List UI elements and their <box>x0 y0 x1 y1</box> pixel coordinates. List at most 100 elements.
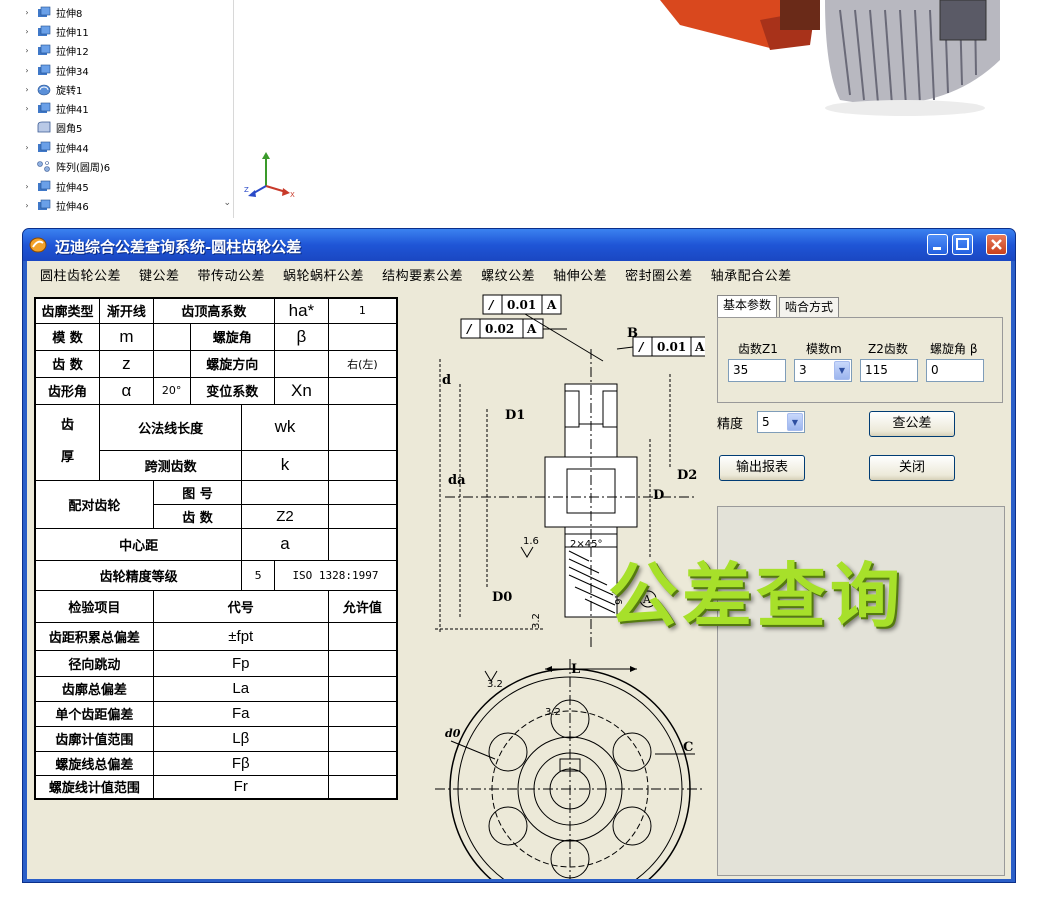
pressure-angle-symbol: α <box>99 376 154 405</box>
profile-type-value: 渐开线 <box>99 297 154 324</box>
menu-seal-ring[interactable]: 密封圈公差 <box>625 265 693 284</box>
cad-background: › 拉伸8 › 拉伸11 › 拉伸12 › 拉伸34 › 旋转1 › 拉伸41 圆角5 › 拉… <box>0 0 1038 225</box>
menu-belt-drive[interactable]: 带传动公差 <box>198 265 266 284</box>
feature-tree[interactable]: › 拉伸8 › 拉伸11 › 拉伸12 › 拉伸34 › 旋转1 › 拉伸41 圆角5 › 拉… <box>18 0 234 218</box>
tree-item[interactable]: › 拉伸45 <box>18 177 89 195</box>
export-report-button[interactable]: 输出报表 <box>719 455 805 481</box>
D0-label: D0 <box>492 590 512 605</box>
menu-bar: 圆柱齿轮公差 键公差 带传动公差 蜗轮蜗杆公差 结构要素公差 螺纹公差 轴伸公差… <box>27 261 1011 287</box>
expand-icon[interactable]: › <box>18 143 36 152</box>
roughness-value: 3.2 <box>545 707 561 718</box>
check-item-code: Fp <box>152 649 329 677</box>
menu-cylindrical-gear[interactable]: 圆柱齿轮公差 <box>40 265 121 284</box>
gear-spec-table: 齿廓类型 渐开线 齿顶高系数 ha* 1 模 数 m 螺旋角 β 齿 数 z 螺… <box>34 297 398 800</box>
check-item-value <box>327 725 398 752</box>
minimize-button[interactable] <box>927 234 948 255</box>
roughness-icon <box>520 546 534 558</box>
expand-icon[interactable]: › <box>18 66 36 75</box>
menu-key[interactable]: 键公差 <box>139 265 180 284</box>
motor-model-render <box>660 0 1000 116</box>
d-label: d <box>442 373 451 388</box>
expand-icon[interactable]: › <box>18 201 36 210</box>
tab-mesh-mode[interactable]: 啮合方式 <box>779 297 840 317</box>
tab-basic-params[interactable]: 基本参数 <box>717 295 778 317</box>
close-window-button[interactable] <box>986 234 1007 255</box>
fillet-icon <box>37 121 51 132</box>
tree-item[interactable]: › 拉伸11 <box>18 22 89 40</box>
tree-item[interactable]: › 拉伸34 <box>18 61 89 79</box>
accuracy-standard: ISO 1328:1997 <box>273 559 398 591</box>
teeth-symbol: z <box>99 349 154 378</box>
helix-angle-label: 螺旋角 <box>189 322 275 351</box>
expand-icon[interactable]: › <box>18 104 36 113</box>
tree-item[interactable]: › 旋转1 <box>18 80 82 98</box>
C-label: C <box>683 740 693 755</box>
axis-triad-icon: Z X <box>244 152 295 199</box>
maximize-button[interactable] <box>952 234 973 255</box>
roughness-value: 3.2 <box>531 613 542 629</box>
roughness-value: 1.6 <box>523 536 539 547</box>
expand-icon[interactable]: › <box>18 182 36 191</box>
expand-icon[interactable]: › <box>18 8 36 17</box>
tree-item[interactable]: › 拉伸41 <box>18 99 89 117</box>
check-item-name: 螺旋线计值范围 <box>34 774 154 800</box>
tree-item[interactable]: 阵列(圆周)6 <box>18 157 110 175</box>
menu-thread[interactable]: 螺纹公差 <box>481 265 535 284</box>
tree-item[interactable]: › 拉伸46 <box>18 196 89 214</box>
tree-item[interactable]: › 拉伸12 <box>18 41 89 59</box>
svg-text:A: A <box>526 322 537 336</box>
expand-icon[interactable]: › <box>18 46 36 55</box>
param-tabs: 基本参数 啮合方式 <box>717 295 841 317</box>
menu-worm-gear[interactable]: 蜗轮蜗杆公差 <box>283 265 364 284</box>
menu-shaft-extension[interactable]: 轴伸公差 <box>553 265 607 284</box>
module-select[interactable]: 3 ▼ <box>794 359 852 382</box>
mating-gear-label: 配对齿轮 <box>34 479 154 529</box>
check-item-value <box>327 675 398 702</box>
accuracy-grade-label: 齿轮精度等级 <box>34 559 243 591</box>
z1-input[interactable]: 35 <box>728 359 786 382</box>
expand-icon[interactable]: › <box>18 27 36 36</box>
scroll-down-icon[interactable]: ⌄ <box>223 198 231 208</box>
extrude-icon <box>38 102 51 113</box>
tooth-thickness-label: 齿 厚 <box>34 403 101 481</box>
title-bar[interactable]: 迈迪综合公差查询系统-圆柱齿轮公差 <box>23 229 1015 261</box>
B-label: B <box>627 326 638 341</box>
check-item-code: Fa <box>152 700 329 727</box>
extrude-icon <box>38 141 51 152</box>
svg-text:0.02: 0.02 <box>485 322 514 336</box>
close-button[interactable]: 关闭 <box>869 455 955 481</box>
check-item-name: 齿距积累总偏差 <box>34 621 154 651</box>
check-item-code: ±fpt <box>152 621 329 651</box>
teeth-label: 齿 数 <box>34 349 101 378</box>
revolve-icon <box>37 84 51 95</box>
z2-label: Z2齿数 <box>868 342 908 356</box>
chevron-down-icon[interactable]: ▼ <box>834 361 850 380</box>
shift-coeff-label: 变位系数 <box>189 376 275 405</box>
beta-input[interactable]: 0 <box>926 359 984 382</box>
center-distance-label: 中心距 <box>34 527 243 561</box>
extrude-icon <box>38 6 51 17</box>
check-item-header: 检验项目 <box>34 589 154 623</box>
extrude-icon <box>38 199 51 210</box>
check-item-name: 径向跳动 <box>34 649 154 677</box>
tolerance-frame: / 0.01 A <box>632 336 705 357</box>
base-tangent-length-label: 公法线长度 <box>99 403 243 451</box>
svg-text:0.01: 0.01 <box>507 298 536 312</box>
tree-item[interactable]: › 拉伸44 <box>18 138 89 156</box>
module-label: 模数m <box>806 342 842 356</box>
check-item-name: 齿廓计值范围 <box>34 725 154 752</box>
tree-item[interactable]: › 拉伸8 <box>18 3 82 21</box>
precision-select[interactable]: 5 ▼ <box>757 411 805 433</box>
span-teeth-symbol: k <box>241 449 329 481</box>
app-logo-icon <box>29 237 47 253</box>
query-tolerance-button[interactable]: 查公差 <box>869 411 955 437</box>
tree-item[interactable]: 圆角5 <box>18 118 82 136</box>
menu-structure[interactable]: 结构要素公差 <box>382 265 463 284</box>
module-label: 模 数 <box>34 322 101 351</box>
expand-icon[interactable]: › <box>18 85 36 94</box>
close-icon <box>991 239 1002 250</box>
z2-input[interactable]: 115 <box>860 359 918 382</box>
chevron-down-icon[interactable]: ▼ <box>787 413 803 431</box>
menu-bearing-fit[interactable]: 轴承配合公差 <box>711 265 792 284</box>
extrude-icon <box>38 25 51 36</box>
